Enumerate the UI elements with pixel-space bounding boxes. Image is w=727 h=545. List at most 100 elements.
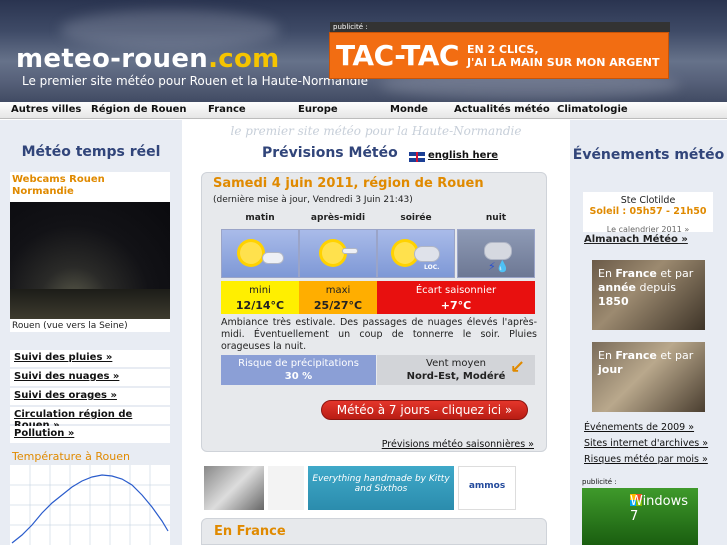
logo-domain: .com (208, 44, 280, 74)
precip-risk-value: 30 % (284, 371, 313, 382)
ad-slogan: EN 2 CLICS, J'AI LA MAIN SUR MON ARGENT (467, 43, 660, 69)
high-cloud-icon (342, 248, 358, 254)
logo-name: meteo-rouen (16, 44, 209, 74)
history-by-day-photo[interactable]: En France et par jour (592, 342, 705, 412)
webcam-title-link[interactable]: Webcams Rouen Normandie (12, 174, 170, 198)
webcam-city-lights (10, 289, 170, 319)
wind-box: Vent moyen Nord-Est, Modéré ↙ (377, 355, 535, 385)
site-logo[interactable]: meteo-rouen.com (16, 44, 280, 74)
forecast-update: (dernière mise à jour, Vendredi 3 Juin 2… (213, 195, 413, 205)
link-suivi-pluies[interactable]: Suivi des pluies » (10, 350, 170, 367)
wind-arrow-icon: ↙ (509, 357, 525, 378)
photo1-text: depuis (636, 281, 677, 294)
link-circulation[interactable]: Circulation région de Rouen » (10, 407, 170, 431)
ad-banner-strip[interactable]: Everything handmade by Kitty and Sixthos… (204, 466, 547, 510)
temperature-graph[interactable] (10, 465, 170, 545)
photo1-bold: France (615, 267, 657, 280)
history-by-year-photo[interactable]: En France et par année depuis 1850 (592, 260, 705, 330)
period-apres-midi: après-midi (310, 213, 366, 223)
rain-drops-icon: ⚡💧 (488, 260, 510, 273)
max-temp: maxi 25/27°C (299, 281, 377, 314)
max-temp-value: 25/27°C (313, 299, 363, 312)
photo1-bold: 1850 (598, 295, 629, 308)
center-column: le premier site météo pour la Haute-Norm… (182, 120, 570, 545)
nav-region-de-rouen[interactable]: Région de Rouen (91, 104, 187, 115)
sun-cloud-icon (221, 229, 299, 278)
photo2-text: et par (656, 349, 694, 362)
ad-jewelry-image[interactable] (204, 466, 264, 510)
min-temp-label: mini (249, 285, 271, 296)
link-suivi-nuages[interactable]: Suivi des nuages » (10, 369, 170, 386)
ad-slogan-line1: EN 2 CLICS, (466, 42, 539, 56)
photo1-text: et par (656, 267, 694, 280)
main-nav: Autres villes Région de Rouen France Eur… (0, 102, 727, 119)
left-column: Météo temps réel Webcams Rouen Normandie… (0, 120, 182, 545)
nav-actualites-meteo[interactable]: Actualités météo (454, 104, 550, 115)
nav-france[interactable]: France (208, 104, 246, 115)
precip-risk: Risque de précipitations 30 % (221, 355, 376, 385)
ad-brand: TAC-TAC (336, 39, 459, 72)
right-column: Événements météo Ste Clotilde Soleil : 0… (570, 120, 727, 545)
link-pollution[interactable]: Pollution » (10, 426, 170, 443)
saint-box: Ste Clotilde Soleil : 05h57 - 21h50 Le c… (583, 192, 713, 234)
uk-flag-icon (409, 152, 425, 162)
forecast-box: Samedi 4 juin 2011, région de Rouen (der… (201, 172, 547, 452)
link-risques-mois[interactable]: Risques météo par mois » (584, 454, 708, 465)
ad-necklace-image[interactable] (268, 466, 304, 510)
sun-icon (322, 242, 344, 264)
saint-of-day: Ste Clotilde (620, 195, 676, 206)
link-evenements-2009[interactable]: Événements de 2009 » (584, 422, 694, 433)
center-tagline: le premier site météo pour la Haute-Norm… (230, 124, 522, 138)
period-nuit: nuit (485, 213, 507, 223)
seasonal-forecast-link[interactable]: Prévisions météo saisonnières » (382, 439, 534, 450)
webcam-box: Webcams Rouen Normandie Rouen (vue vers … (10, 172, 170, 332)
en-france-title: En France (214, 524, 286, 539)
nav-climatologie[interactable]: Climatologie (557, 104, 628, 115)
en-france-section: En France (201, 518, 547, 545)
ad-ammos-logo[interactable]: ammos (458, 466, 516, 510)
seasonal-deviation: Écart saisonnier +7°C (377, 281, 535, 314)
realtime-title: Météo temps réel (21, 144, 161, 160)
rain-cloud-icon (484, 242, 512, 260)
storm-cloud-icon (414, 246, 440, 262)
webcam-caption: Rouen (vue vers la Seine) (12, 321, 128, 331)
link-suivi-orages[interactable]: Suivi des orages » (10, 388, 170, 405)
seven-day-forecast-button[interactable]: Météo à 7 jours - cliquez ici » (321, 400, 528, 420)
period-matin: matin (245, 213, 275, 223)
events-title: Événements météo (572, 147, 725, 163)
temperature-title: Température à Rouen (12, 450, 131, 463)
photo1-bold: année (598, 281, 637, 294)
thunder-local-icon: LOC. (377, 229, 455, 278)
almanach-link[interactable]: Almanach Météo » (584, 234, 688, 245)
forecast-title: Prévisions Météo (262, 145, 398, 161)
ad-slogan-line2: J'AI LA MAIN SUR MON ARGENT (466, 55, 660, 69)
photo2-bold: jour (598, 363, 623, 376)
nav-autres-villes[interactable]: Autres villes (11, 104, 81, 115)
site-tagline: Le premier site météo pour Rouen et la H… (22, 74, 368, 88)
min-temp: mini 12/14°C (221, 281, 299, 314)
seasonal-deviation-value: +7°C (440, 299, 472, 312)
windows-ad-text: Windows 7 (630, 494, 689, 524)
top-ad-banner[interactable]: TAC-TAC EN 2 CLICS, J'AI LA MAIN SUR MON … (329, 32, 669, 79)
wind-value: Nord-Est, Modéré (406, 371, 506, 382)
ad-handmade-text[interactable]: Everything handmade by Kitty and Sixthos (308, 466, 454, 510)
period-soiree: soirée (400, 213, 432, 223)
photo2-text: En (598, 349, 616, 362)
sun-icon (240, 242, 262, 264)
link-archives[interactable]: Sites internet d'archives » (584, 438, 708, 449)
photo1-text: En (598, 267, 616, 280)
precip-risk-label: Risque de précipitations (238, 358, 359, 369)
cloud-icon (262, 252, 284, 264)
windows-ad[interactable]: Windows 7 (582, 488, 698, 545)
storm-rain-icon: ⚡💧 (457, 229, 535, 278)
right-ad-label: publicité : (582, 478, 617, 486)
sun-icon (394, 242, 416, 264)
nav-europe[interactable]: Europe (298, 104, 338, 115)
webcam-image[interactable] (10, 202, 170, 319)
nav-monde[interactable]: Monde (390, 104, 428, 115)
wind-label: Vent moyen (426, 358, 486, 369)
calendar-link[interactable]: Le calendrier 2011 » (607, 225, 689, 234)
seasonal-deviation-label: Écart saisonnier (415, 285, 497, 296)
english-link[interactable]: english here (428, 150, 498, 161)
photo2-bold: France (615, 349, 657, 362)
